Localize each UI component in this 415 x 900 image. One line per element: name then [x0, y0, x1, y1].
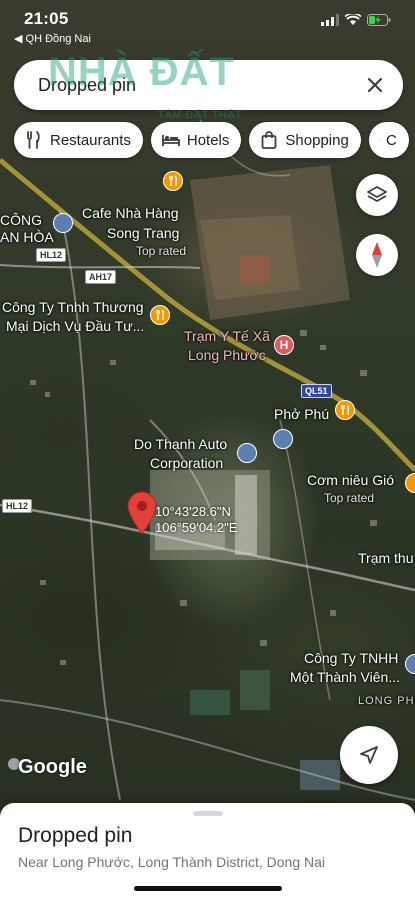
- map-label-company-tnhh-2[interactable]: Một Thành Viên...: [290, 669, 400, 686]
- bed-icon: [161, 135, 180, 146]
- status-time: 21:05: [24, 9, 69, 28]
- category-chips: Restaurants Hotels Shopping C: [14, 122, 409, 158]
- fork-knife-icon: [27, 131, 40, 149]
- place-bottom-sheet[interactable]: Dropped pin Near Long Phước, Long Thành …: [0, 803, 415, 900]
- shopping-bag-icon: [262, 131, 277, 149]
- pin-coordinates: 10°43'28.6"N 106°59'04.2"E: [155, 504, 237, 536]
- road-badge-hl12-left: HL12: [2, 499, 33, 513]
- layers-icon: [367, 186, 387, 202]
- chip-coffee[interactable]: C: [368, 122, 409, 158]
- map-label-tram-y-te[interactable]: Trạm Y Tế Xã: [184, 328, 270, 345]
- map-label-cafe-2[interactable]: Song Trang: [107, 225, 179, 242]
- status-bar: 21:05 ◀ QH Đồng Nai: [0, 0, 415, 50]
- hospital-poi-icon[interactable]: H: [274, 335, 294, 355]
- place-title: Dropped pin: [18, 824, 133, 847]
- search-bar[interactable]: Dropped pin: [14, 60, 403, 110]
- place-poi-icon[interactable]: [53, 213, 73, 233]
- map-label-company-tnhh[interactable]: Công Ty TNHH: [304, 650, 398, 667]
- road-badge-ah17: AH17: [85, 270, 117, 284]
- gas-station-poi-icon[interactable]: [273, 429, 293, 449]
- map-label-do-thanh[interactable]: Do Thanh Auto: [134, 436, 227, 453]
- top-rated-label: Top rated: [136, 244, 187, 258]
- road-badge-hl12: HL12: [36, 248, 67, 262]
- chip-label: C: [385, 131, 397, 149]
- map-label-pho-phu[interactable]: Phở Phú: [274, 406, 329, 423]
- top-rated-label: Top rated: [324, 491, 375, 505]
- status-icons: [321, 14, 391, 26]
- road-badge-ql51: QL51: [301, 384, 332, 398]
- my-location-button[interactable]: [340, 726, 398, 784]
- chip-label: Hotels: [186, 131, 230, 149]
- google-logo: Google: [18, 756, 87, 778]
- chip-label: Restaurants: [50, 131, 131, 149]
- home-indicator[interactable]: [134, 886, 282, 891]
- map-label-cafe[interactable]: Cafe Nhà Hàng: [82, 205, 179, 222]
- place-poi-icon[interactable]: [237, 443, 257, 463]
- search-input[interactable]: Dropped pin: [38, 75, 136, 96]
- pin-latitude: 10°43'28.6"N: [155, 504, 231, 519]
- restaurant-poi-icon[interactable]: [163, 171, 183, 191]
- chip-restaurants[interactable]: Restaurants: [14, 122, 143, 158]
- compass-button[interactable]: [356, 234, 398, 276]
- map-label-corporation[interactable]: Corporation: [150, 455, 223, 472]
- watermark-subtext: TÂM ĐẤT THẬT: [158, 110, 243, 121]
- restaurant-poi-icon[interactable]: [150, 305, 170, 325]
- map-label-tram-thu[interactable]: Trạm thu: [358, 550, 414, 567]
- back-to-app-link[interactable]: ◀ QH Đồng Nai: [14, 32, 91, 45]
- chip-label: Shopping: [285, 131, 349, 149]
- map-label-an-hoa: AN HÒA: [0, 229, 54, 245]
- layers-button[interactable]: [356, 174, 398, 216]
- compass-icon: [372, 242, 382, 268]
- navigation-arrow-icon: [360, 746, 378, 764]
- restaurant-poi-icon[interactable]: [335, 400, 355, 420]
- map-label-company-tm[interactable]: Công Ty Tnhh Thương: [2, 299, 144, 316]
- sheet-grabber[interactable]: [193, 811, 223, 816]
- close-icon[interactable]: [361, 71, 389, 99]
- place-address: Near Long Phước, Long Thành District, Do…: [18, 854, 326, 870]
- wifi-icon: [345, 14, 361, 25]
- battery-charging-icon: [367, 14, 391, 26]
- dropped-pin-marker[interactable]: [126, 491, 158, 535]
- pin-longitude: 106°59'04.2"E: [155, 520, 238, 535]
- map-label-company-tm-2[interactable]: Mại Dịch Vụ Đầu Tư...: [6, 318, 144, 335]
- chip-shopping[interactable]: Shopping: [249, 122, 361, 158]
- map-label-long-phuoc[interactable]: Long Phước: [188, 347, 266, 364]
- coffee-icon: [378, 139, 380, 141]
- map-label-cong: CÔNG: [0, 212, 42, 228]
- map-label-com-nieu[interactable]: Cơm niêu Gió: [307, 472, 394, 489]
- signal-icon: [321, 14, 339, 26]
- map-label-long-phuoc-caps: LONG PHƯỚ: [358, 695, 415, 707]
- chip-hotels[interactable]: Hotels: [150, 122, 242, 158]
